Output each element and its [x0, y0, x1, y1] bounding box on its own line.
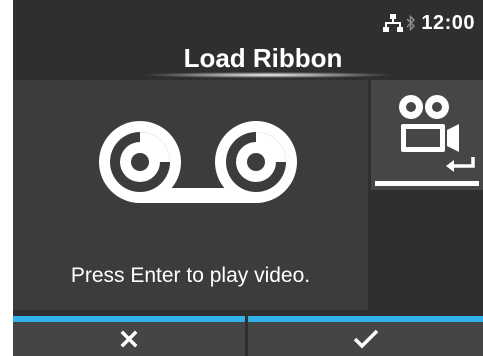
printer-display: 12:00 Load Ribbon Press Enter to play vi… — [13, 0, 483, 356]
close-icon — [120, 330, 138, 348]
page-header: Load Ribbon — [13, 36, 483, 80]
status-bar: 12:00 — [383, 12, 475, 34]
confirm-button[interactable] — [248, 316, 483, 356]
title-highlight — [143, 72, 393, 78]
enter-icon — [446, 157, 475, 172]
cancel-button[interactable] — [13, 316, 245, 356]
ribbon-icon — [99, 121, 297, 203]
play-video-button[interactable] — [371, 80, 483, 190]
video-camera-icon — [399, 95, 459, 152]
clock: 12:00 — [421, 11, 475, 34]
checkmark-icon — [353, 329, 378, 349]
instruction-text: Press Enter to play video. — [70, 264, 311, 287]
instruction-panel: Press Enter to play video. — [13, 80, 368, 310]
softkey-bar — [13, 316, 483, 356]
network-icon — [383, 14, 404, 32]
bluetooth-icon — [406, 14, 416, 32]
selection-indicator — [375, 181, 479, 186]
